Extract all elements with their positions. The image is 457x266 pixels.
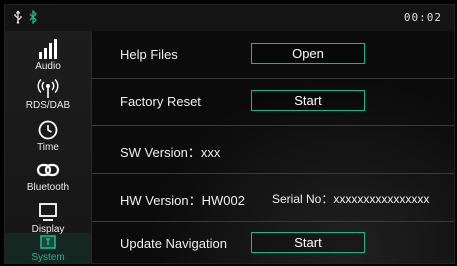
head-unit-screen: 00:02 Audio RDS/DAB Time Bluetooth Displ… (4, 4, 455, 264)
update-navigation-label: Update Navigation (120, 236, 227, 251)
sidebar-item-label: RDS/DAB (25, 100, 71, 111)
update-navigation-row: Update Navigation Start (92, 222, 454, 263)
factory-reset-label: Factory Reset (120, 94, 201, 109)
serial-number-text: Serial No：xxxxxxxxxxxxxxxx (272, 192, 430, 206)
antenna-icon (36, 73, 60, 99)
system-icon (39, 233, 57, 251)
status-icons (13, 10, 38, 24)
sidebar-item-system[interactable]: System (5, 233, 91, 263)
bluetooth-link-icon (35, 155, 61, 181)
hw-version-row: HW Version：HW002 Serial No：xxxxxxxxxxxxx… (92, 174, 454, 222)
bluetooth-icon (29, 10, 38, 24)
factory-reset-row: Factory Reset Start (92, 78, 454, 126)
equalizer-icon (37, 34, 59, 60)
open-help-files-button[interactable]: Open (251, 43, 365, 64)
sidebar-item-rds-dab[interactable]: RDS/DAB (5, 73, 91, 119)
sidebar-item-label: System (31, 252, 65, 263)
help-files-label: Help Files (120, 47, 178, 62)
sw-version-row: SW Version：xxx (92, 126, 454, 174)
help-files-row: Help Files Open (92, 31, 454, 79)
sidebar-item-label: Time (37, 142, 59, 153)
start-update-navigation-button[interactable]: Start (251, 232, 365, 253)
start-factory-reset-button[interactable]: Start (251, 90, 365, 111)
clock-icon (37, 115, 59, 141)
sidebar-item-label: Bluetooth (26, 182, 70, 193)
sw-version-text: SW Version：xxx (120, 145, 221, 160)
clock: 00:02 (403, 11, 442, 24)
sidebar-item-label: Audio (35, 61, 61, 72)
monitor-icon (37, 197, 59, 223)
system-settings-panel: Help Files Open Factory Reset Start SW V… (92, 31, 454, 263)
sidebar: Audio RDS/DAB Time Bluetooth Display Sys… (5, 31, 92, 263)
status-bar: 00:02 (5, 5, 454, 31)
usb-icon (13, 10, 23, 24)
sidebar-item-bluetooth[interactable]: Bluetooth (5, 155, 91, 201)
hw-version-text: HW Version：HW002 (120, 193, 245, 208)
